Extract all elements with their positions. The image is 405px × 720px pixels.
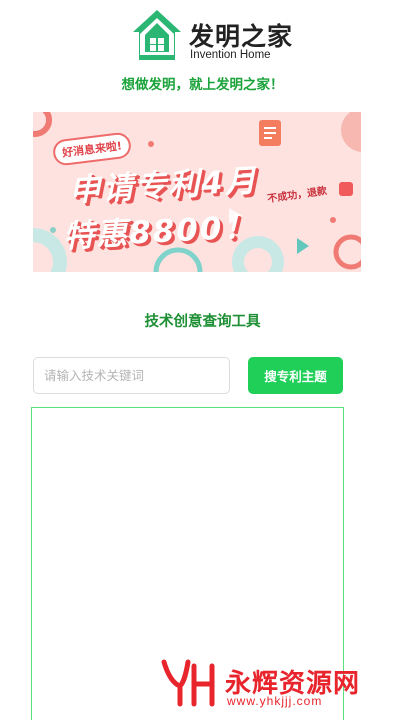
- promo-banner[interactable]: 好消息来啦! 申请专利4月 特惠8800！ 不成功，退款: [33, 112, 361, 272]
- watermark-url: www.yhkjjj.com: [227, 694, 323, 708]
- house-logo-icon: [133, 10, 181, 60]
- logo-text: 发明之家: [189, 22, 294, 51]
- logo-subtext: Invention Home: [190, 49, 271, 61]
- tool-title: 技术创意查询工具: [144, 314, 261, 330]
- slogan: 想做发明，就上发明之家！: [121, 77, 284, 93]
- watermark-logo-icon: [161, 659, 215, 707]
- search-patent-button[interactable]: 搜专利主题: [248, 357, 343, 394]
- app-logo: 发明之家 Invention Home: [131, 8, 292, 64]
- watermark: 永辉资源网 www.yhkjjj.com: [160, 658, 385, 708]
- keyword-search-input[interactable]: [33, 357, 230, 394]
